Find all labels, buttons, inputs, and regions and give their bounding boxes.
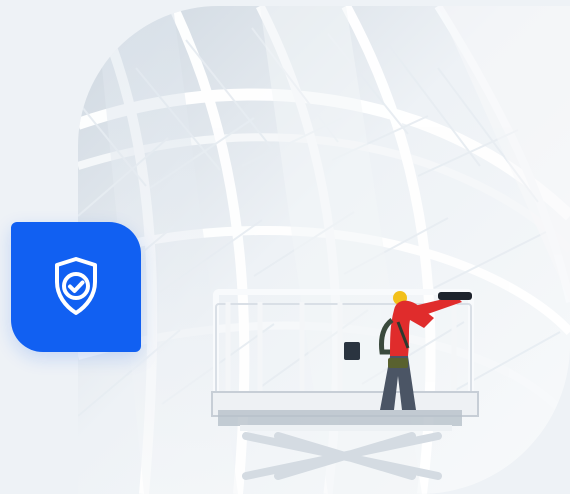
worker-on-lift-photo xyxy=(78,6,570,494)
shield-check-icon xyxy=(55,257,97,315)
dome-scene xyxy=(78,6,570,494)
hero-visual xyxy=(0,0,570,494)
security-badge xyxy=(11,222,141,352)
